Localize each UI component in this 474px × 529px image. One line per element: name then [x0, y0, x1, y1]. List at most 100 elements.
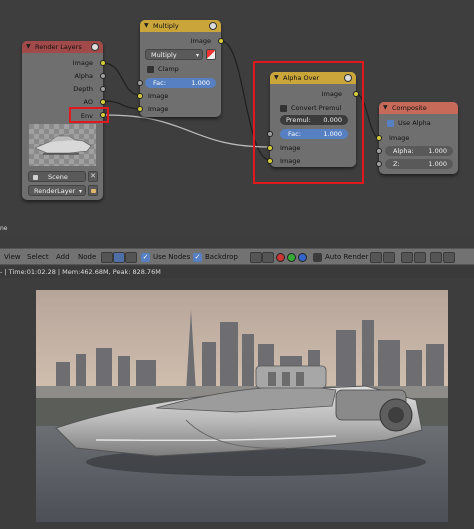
- shader-tree-button[interactable]: [101, 252, 113, 263]
- use-nodes-checkbox[interactable]: ✓: [141, 253, 150, 262]
- alpha-over-output-socket[interactable]: [353, 91, 359, 97]
- premul-label: Premul:: [286, 116, 311, 124]
- menu-add[interactable]: Add: [56, 249, 70, 266]
- alpha-over-fac-slider[interactable]: Fac: 1.000: [280, 129, 348, 139]
- alpha-over-input2-socket[interactable]: [267, 158, 273, 164]
- output-depth-socket[interactable]: [100, 86, 106, 92]
- multiply-node[interactable]: ▼ Multiply Image Multiply ▾ Clamp Fac: 1…: [137, 20, 224, 117]
- env-output-highlight: [69, 107, 109, 123]
- zoom-in-icon[interactable]: [430, 252, 442, 263]
- menu-select[interactable]: Select: [27, 249, 49, 266]
- scene-browse-icon[interactable]: ✕: [88, 171, 98, 182]
- node-editor[interactable]: ne ▼ Render Layers Image Alpha Depth AO …: [0, 0, 474, 236]
- render-status-text: - | Time:01:02.28 | Mem:462.68M, Peak: 8…: [0, 268, 161, 276]
- render-layers-title: Render Layers: [35, 43, 82, 51]
- channel-green-icon[interactable]: [287, 253, 296, 262]
- channel-blue-icon[interactable]: [298, 253, 307, 262]
- color-picker-icon[interactable]: [206, 49, 216, 60]
- multiply-input1-label: Image: [148, 92, 169, 100]
- fac-value: 1.000: [323, 130, 342, 138]
- auto-render-checkbox[interactable]: [313, 253, 322, 262]
- output-image-socket[interactable]: [100, 60, 106, 66]
- snap-mode-icon[interactable]: [383, 252, 395, 263]
- backdrop-checkbox[interactable]: ✓: [193, 253, 202, 262]
- render-scene: [36, 290, 448, 522]
- alpha-over-input1-socket[interactable]: [267, 145, 273, 151]
- channel-red-icon[interactable]: [276, 253, 285, 262]
- convert-premul-checkbox[interactable]: [280, 105, 287, 112]
- render-result-area: [0, 278, 474, 529]
- multiply-input2-label: Image: [148, 105, 169, 113]
- chevron-down-icon: ▾: [78, 188, 82, 195]
- alpha-over-title: Alpha Over: [283, 74, 320, 82]
- clamp-checkbox[interactable]: [147, 66, 154, 73]
- alpha-over-input2-label: Image: [280, 157, 301, 165]
- collapse-icon[interactable]: ▼: [274, 72, 279, 84]
- menu-node[interactable]: Node: [78, 249, 96, 266]
- composite-z-field[interactable]: Z: 1.000: [385, 159, 453, 169]
- alpha-over-fac-socket[interactable]: [267, 131, 273, 137]
- blender-window: ne ▼ Render Layers Image Alpha Depth AO …: [0, 0, 474, 529]
- multiply-input1-socket[interactable]: [137, 93, 143, 99]
- zoom-out-icon[interactable]: [443, 252, 455, 263]
- composite-image-socket[interactable]: [376, 135, 382, 141]
- clamp-label: Clamp: [158, 65, 179, 73]
- use-alpha-checkbox[interactable]: [387, 120, 394, 127]
- preview-toggle-icon[interactable]: [344, 74, 352, 82]
- multiply-input2-socket[interactable]: [137, 106, 143, 112]
- copy-nodes-icon[interactable]: [401, 252, 413, 263]
- alpha-over-output-label: Image: [321, 90, 342, 98]
- multiply-fac-slider[interactable]: Fac: 1.000: [145, 78, 216, 88]
- use-alpha-label: Use Alpha: [398, 119, 431, 127]
- composite-alpha-field[interactable]: Alpha: 1.000: [385, 146, 453, 156]
- link-env-to-alphaover: [105, 114, 271, 148]
- multiply-header[interactable]: ▼ Multiply: [140, 20, 221, 32]
- composite-image-label: Image: [389, 134, 410, 142]
- alpha-over-input1-label: Image: [280, 144, 301, 152]
- multiply-output-socket[interactable]: [218, 38, 224, 44]
- render-result-image: [36, 290, 448, 522]
- alpha-over-header[interactable]: ▼ Alpha Over: [270, 72, 356, 84]
- output-ao-socket[interactable]: [100, 99, 106, 105]
- car-thumbnail-icon: [34, 135, 92, 155]
- collapse-icon[interactable]: ▼: [383, 102, 388, 114]
- texture-tree-button[interactable]: [125, 252, 137, 263]
- menu-view[interactable]: View: [4, 249, 21, 266]
- collapse-icon[interactable]: ▼: [26, 41, 31, 53]
- preview-toggle-icon[interactable]: [91, 43, 99, 51]
- composite-z-socket[interactable]: [376, 161, 382, 167]
- scene-selector[interactable]: Scene: [28, 171, 86, 182]
- multiply-output-label: Image: [190, 37, 211, 45]
- chevron-down-icon: ▾: [195, 52, 199, 59]
- alpha-label: Alpha:: [393, 147, 414, 155]
- camera-render-icon[interactable]: [88, 185, 98, 196]
- composite-header[interactable]: ▼ Composite: [379, 102, 458, 114]
- blend-mode-label: Multiply: [151, 51, 177, 59]
- collapse-icon[interactable]: ▼: [144, 20, 149, 32]
- compositing-tree-button[interactable]: [113, 252, 125, 263]
- z-value: 1.000: [428, 160, 447, 168]
- output-alpha-socket[interactable]: [100, 73, 106, 79]
- premul-field[interactable]: Premul: 0.000: [280, 115, 348, 125]
- alpha-over-node[interactable]: ▼ Alpha Over Image Convert Premul Premul…: [267, 72, 359, 167]
- scene-icon: [33, 175, 38, 180]
- render-preview-thumbnail: [29, 124, 96, 166]
- render-layer-label: RenderLayer: [34, 187, 76, 195]
- backdrop-channel-rgb-button[interactable]: [250, 252, 262, 263]
- auto-render-label: Auto Render: [325, 253, 369, 261]
- output-alpha-label: Alpha: [74, 72, 93, 80]
- backdrop-label: Backdrop: [205, 253, 238, 261]
- composite-node[interactable]: ▼ Composite Use Alpha Image Alpha: 1.000…: [376, 102, 458, 174]
- snap-icon[interactable]: [370, 252, 382, 263]
- use-nodes-label: Use Nodes: [153, 253, 191, 261]
- scene-label: Scene: [48, 173, 68, 181]
- preview-toggle-icon[interactable]: [209, 22, 217, 30]
- multiply-fac-socket[interactable]: [137, 80, 143, 86]
- paste-nodes-icon[interactable]: [414, 252, 426, 263]
- render-layers-header[interactable]: ▼ Render Layers: [22, 41, 103, 53]
- render-layer-selector[interactable]: RenderLayer ▾: [28, 185, 86, 196]
- composite-alpha-socket[interactable]: [376, 148, 382, 154]
- blend-mode-dropdown[interactable]: Multiply ▾: [145, 49, 203, 60]
- backdrop-channel-alpha-button[interactable]: [262, 252, 274, 263]
- fac-label: Fac:: [153, 79, 166, 87]
